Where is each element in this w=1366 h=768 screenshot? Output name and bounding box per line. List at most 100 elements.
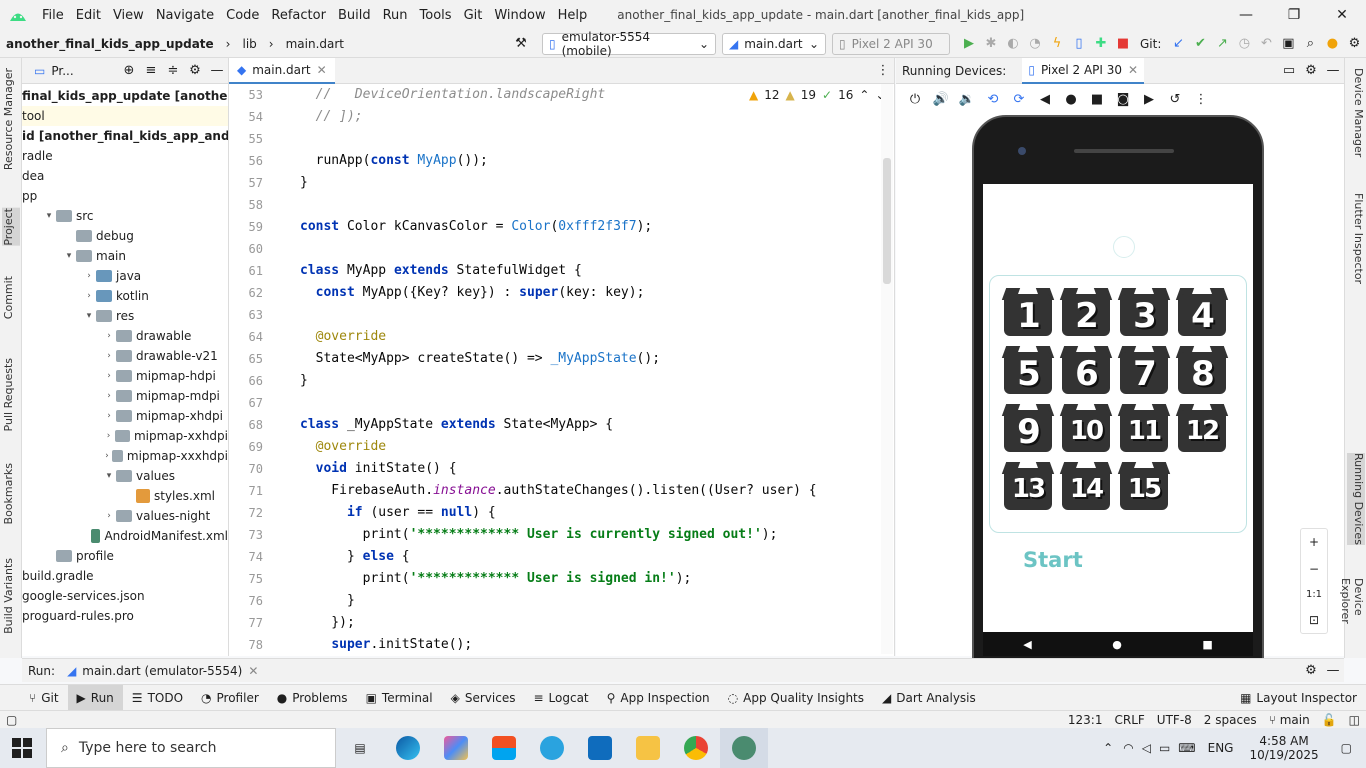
code-line[interactable]: // DeviceOrientation.landscapeRight: [300, 84, 880, 106]
language-indicator[interactable]: ENG: [1200, 741, 1242, 755]
code-line[interactable]: FirebaseAuth.instance.authStateChanges()…: [300, 480, 880, 502]
tree-chevron-icon[interactable]: ▾: [82, 311, 96, 321]
update-badge-icon[interactable]: ●: [1321, 33, 1343, 55]
profile-icon[interactable]: ◔: [1024, 33, 1046, 55]
tree-item[interactable]: google-services.json: [22, 586, 228, 606]
commit-icon[interactable]: ✔: [1189, 33, 1211, 55]
hide-icon[interactable]: —: [1322, 660, 1344, 682]
code-line[interactable]: if (user == null) {: [300, 502, 880, 524]
code-line[interactable]: });: [300, 612, 880, 634]
tree-item[interactable]: profile: [22, 546, 228, 566]
zoom-fit-icon[interactable]: ⊡: [1309, 613, 1319, 627]
overview-icon[interactable]: ■: [1086, 88, 1108, 110]
menu-run[interactable]: Run: [377, 8, 414, 23]
menu-edit[interactable]: Edit: [70, 8, 107, 23]
level-tile[interactable]: 10: [1059, 402, 1113, 454]
store-icon[interactable]: [480, 728, 528, 768]
more-icon[interactable]: ⋮: [1190, 88, 1212, 110]
tree-chevron-icon[interactable]: ›: [102, 371, 116, 381]
tree-item[interactable]: styles.xml: [22, 486, 228, 506]
maximize-icon[interactable]: ▭: [1278, 60, 1300, 82]
lock-icon[interactable]: 🔓: [1316, 713, 1343, 727]
back-icon[interactable]: ◀: [1034, 88, 1056, 110]
tool-dart-analysis[interactable]: ◢ Dart Analysis: [873, 685, 985, 711]
level-tile[interactable]: 4: [1175, 286, 1229, 338]
tree-chevron-icon[interactable]: ▾: [42, 211, 56, 221]
history-icon[interactable]: ◷: [1233, 33, 1255, 55]
hot-reload-icon[interactable]: ϟ: [1046, 33, 1068, 55]
tree-item[interactable]: ▾ src: [22, 206, 228, 226]
tool-app-inspection[interactable]: ⚲ App Inspection: [598, 685, 719, 711]
memory-icon[interactable]: ◫: [1343, 713, 1366, 727]
hammer-icon[interactable]: ⚒: [510, 33, 532, 55]
code-line[interactable]: [300, 128, 880, 150]
menu-build[interactable]: Build: [332, 8, 377, 23]
tree-chevron-icon[interactable]: ›: [102, 351, 116, 361]
rotate-right-icon[interactable]: ⟳: [1008, 88, 1030, 110]
caret-position[interactable]: 123:1: [1062, 713, 1109, 727]
tree-chevron-icon[interactable]: ›: [102, 331, 116, 341]
close-tab-icon[interactable]: ✕: [317, 63, 327, 77]
tool-problems[interactable]: ● Problems: [268, 685, 357, 711]
tree-item[interactable]: AndroidManifest.xml: [22, 526, 228, 546]
tree-item[interactable]: dea: [22, 166, 228, 186]
notification-icon[interactable]: ▢: [1327, 741, 1366, 755]
menu-window[interactable]: Window: [488, 8, 551, 23]
tree-item[interactable]: debug: [22, 226, 228, 246]
menu-git[interactable]: Git: [458, 8, 489, 23]
code-area[interactable]: // DeviceOrientation.landscapeRight // ]…: [300, 84, 880, 656]
code-line[interactable]: const Color kCanvasColor = Color(0xfff2f…: [300, 216, 880, 238]
android-studio-taskbar-icon[interactable]: [720, 728, 768, 768]
code-line[interactable]: class _MyAppState extends State<MyApp> {: [300, 414, 880, 436]
code-line[interactable]: print('************* User is currently s…: [300, 524, 880, 546]
code-line[interactable]: }: [300, 370, 880, 392]
zoom-in-icon[interactable]: +: [1309, 535, 1319, 549]
level-tile[interactable]: 12: [1175, 402, 1229, 454]
push-icon[interactable]: ↗: [1211, 33, 1233, 55]
restore-icon[interactable]: ❐: [1270, 0, 1318, 30]
record-icon[interactable]: ▶: [1138, 88, 1160, 110]
tree-chevron-icon[interactable]: ▾: [62, 251, 76, 261]
tree-item[interactable]: › java: [22, 266, 228, 286]
telegram-icon[interactable]: [528, 728, 576, 768]
tree-chevron-icon[interactable]: ▾: [102, 471, 116, 481]
level-tile[interactable]: 8: [1175, 344, 1229, 396]
stop-icon[interactable]: ■: [1112, 33, 1134, 55]
level-tile[interactable]: 15: [1117, 460, 1171, 512]
locate-icon[interactable]: ⊕: [118, 60, 140, 82]
tree-chevron-icon[interactable]: ›: [102, 451, 112, 461]
taskbar-search[interactable]: ⌕ Type here to search: [46, 728, 336, 768]
level-tile[interactable]: 2: [1059, 286, 1113, 338]
code-line[interactable]: runApp(const MyApp());: [300, 150, 880, 172]
rollback-icon[interactable]: ↶: [1255, 33, 1277, 55]
level-tile[interactable]: 3: [1117, 286, 1171, 338]
tree-chevron-icon[interactable]: ›: [102, 511, 116, 521]
code-line[interactable]: } else {: [300, 546, 880, 568]
code-line[interactable]: [300, 304, 880, 326]
start-button[interactable]: Start: [1023, 548, 1083, 572]
more-icon[interactable]: ⋮: [872, 60, 894, 82]
tree-chevron-icon[interactable]: ›: [102, 411, 116, 421]
device-tab[interactable]: ▯ Pixel 2 API 30 ✕: [1022, 57, 1145, 84]
tree-item[interactable]: › drawable-v21: [22, 346, 228, 366]
tree-chevron-icon[interactable]: ›: [82, 271, 96, 281]
keyboard-icon[interactable]: ⌨: [1174, 741, 1199, 755]
volume-down-icon[interactable]: 🔉: [956, 88, 978, 110]
chrome-icon[interactable]: [672, 728, 720, 768]
breadcrumb-folder[interactable]: lib: [236, 37, 262, 51]
tray-chevron-up-icon[interactable]: ⌃: [1097, 741, 1119, 755]
tab-running-devices[interactable]: Running Devices: [1347, 453, 1365, 545]
tool-run[interactable]: ▶ Run: [67, 684, 123, 711]
run-tab[interactable]: ◢ main.dart (emulator-5554) ✕: [67, 664, 258, 678]
app-screen[interactable]: 1 2 3 4 5 6 7 8 9 10 11 12 13 14 15 Start: [983, 184, 1253, 632]
tree-item[interactable]: ▾ res: [22, 306, 228, 326]
tree-item[interactable]: ▾ main: [22, 246, 228, 266]
tree-item[interactable]: › drawable: [22, 326, 228, 346]
tree-item[interactable]: ▾ values: [22, 466, 228, 486]
task-view-icon[interactable]: ▤: [336, 728, 384, 768]
breadcrumb-file[interactable]: main.dart: [280, 37, 350, 51]
tool-logcat[interactable]: ≡ Logcat: [524, 685, 597, 711]
hide-icon[interactable]: —: [206, 60, 228, 82]
line-separator[interactable]: CRLF: [1108, 713, 1150, 727]
android-home-icon[interactable]: ●: [1112, 638, 1122, 651]
